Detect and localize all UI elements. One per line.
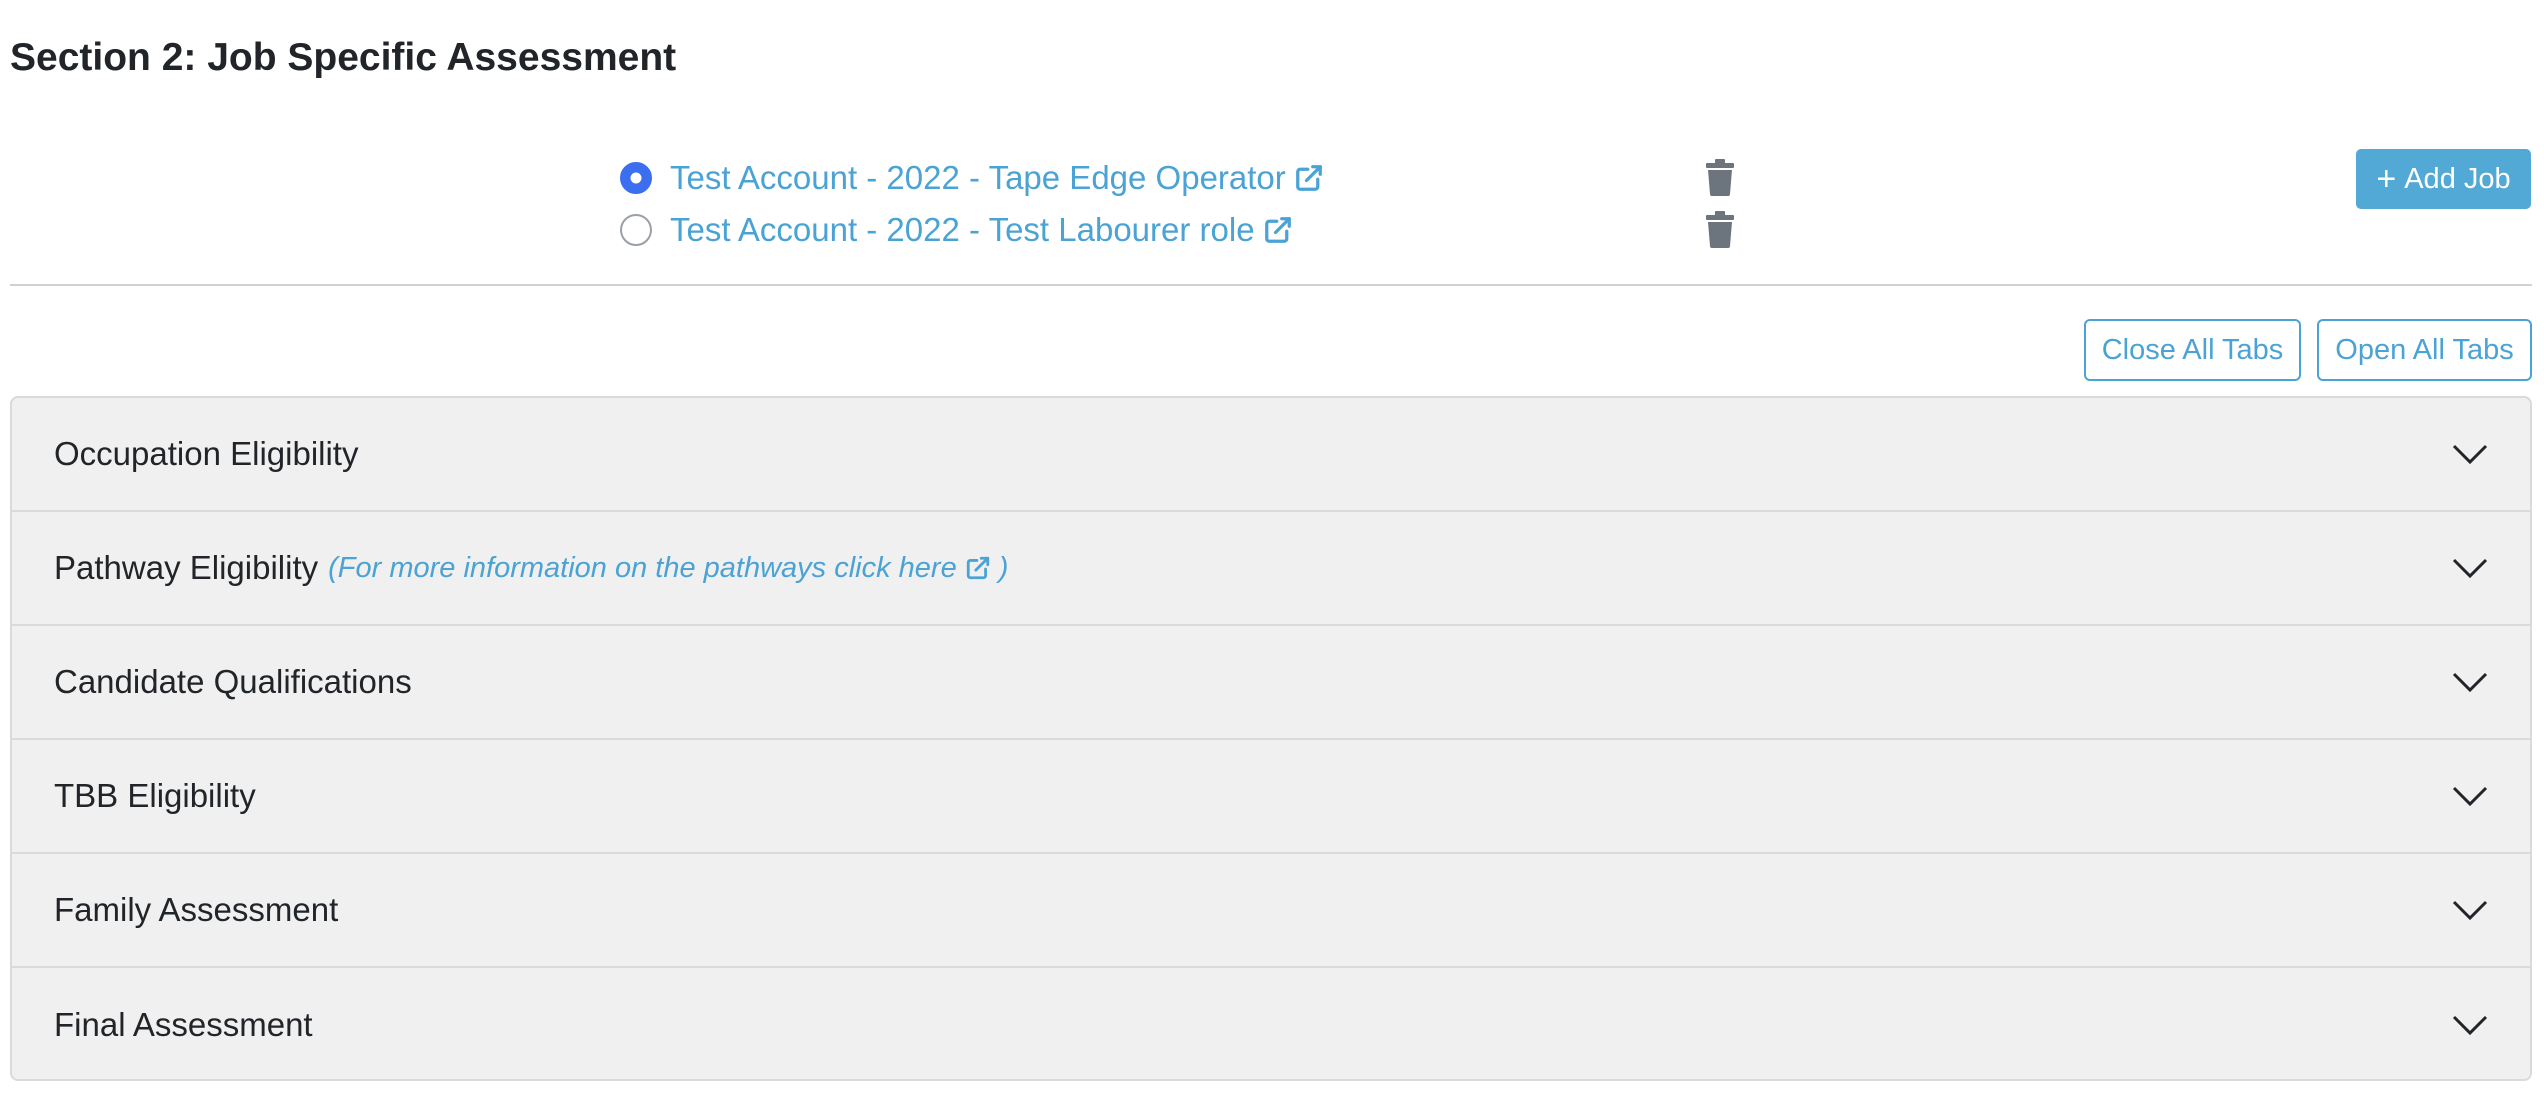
- chevron-down-icon: [2452, 1015, 2488, 1036]
- accordion-item-final-assessment[interactable]: Final Assessment: [12, 968, 2530, 1079]
- job-row: Test Account - 2022 - Test Labourer role: [620, 204, 1734, 256]
- plus-icon: +: [2376, 160, 2397, 198]
- add-job-button[interactable]: + Add Job: [2356, 149, 2531, 209]
- external-link-icon: [1264, 217, 1291, 243]
- job-link[interactable]: Test Account - 2022 - Test Labourer role: [670, 211, 1293, 249]
- accordion-item-tbb-eligibility[interactable]: TBB Eligibility: [12, 740, 2530, 854]
- chevron-down-icon: [2452, 444, 2488, 465]
- chevron-down-icon: [2452, 558, 2488, 579]
- job-link-label: Test Account - 2022 - Tape Edge Operator: [670, 159, 1286, 196]
- accordion-item-occupation-eligibility[interactable]: Occupation Eligibility: [12, 398, 2530, 512]
- assessment-accordion: Occupation Eligibility Pathway Eligibili…: [10, 396, 2532, 1081]
- job-list: Test Account - 2022 - Tape Edge Operator…: [620, 152, 1734, 256]
- pathways-info-close-paren: ): [998, 551, 1009, 584]
- chevron-down-icon: [2452, 900, 2488, 921]
- accordion-item-candidate-qualifications[interactable]: Candidate Qualifications: [12, 626, 2530, 740]
- job-row: Test Account - 2022 - Tape Edge Operator: [620, 152, 1734, 204]
- chevron-down-icon: [2452, 672, 2488, 693]
- divider: [10, 284, 2532, 286]
- accordion-title: Final Assessment: [54, 1006, 313, 1043]
- accordion-title: TBB Eligibility: [54, 777, 256, 814]
- section-title: Section 2: Job Specific Assessment: [10, 36, 677, 79]
- accordion-title: Occupation Eligibility: [54, 435, 359, 472]
- accordion-title: Candidate Qualifications: [54, 663, 412, 700]
- job-radio-selected[interactable]: [620, 162, 652, 194]
- open-all-tabs-button[interactable]: Open All Tabs: [2317, 319, 2532, 381]
- external-link-icon: [1295, 165, 1322, 191]
- trash-icon[interactable]: [1704, 210, 1736, 248]
- accordion-title: Family Assessment: [54, 891, 339, 928]
- pathways-info-link[interactable]: (For more information on the pathways cl…: [328, 552, 1008, 585]
- pathways-info-text: (For more information on the pathways cl…: [328, 551, 957, 584]
- add-job-label: Add Job: [2404, 162, 2511, 195]
- trash-icon[interactable]: [1704, 158, 1736, 196]
- job-assessment-page: Section 2: Job Specific Assessment Test …: [0, 0, 2544, 1112]
- job-link-label: Test Account - 2022 - Test Labourer role: [670, 211, 1255, 248]
- external-link-icon: [966, 556, 989, 580]
- accordion-item-pathway-eligibility[interactable]: Pathway Eligibility (For more informatio…: [12, 512, 2530, 626]
- job-radio[interactable]: [620, 214, 652, 246]
- accordion-title: Pathway Eligibility: [54, 549, 319, 586]
- job-link[interactable]: Test Account - 2022 - Tape Edge Operator: [670, 159, 1324, 197]
- chevron-down-icon: [2452, 786, 2488, 807]
- accordion-item-family-assessment[interactable]: Family Assessment: [12, 854, 2530, 968]
- close-all-tabs-button[interactable]: Close All Tabs: [2084, 319, 2301, 381]
